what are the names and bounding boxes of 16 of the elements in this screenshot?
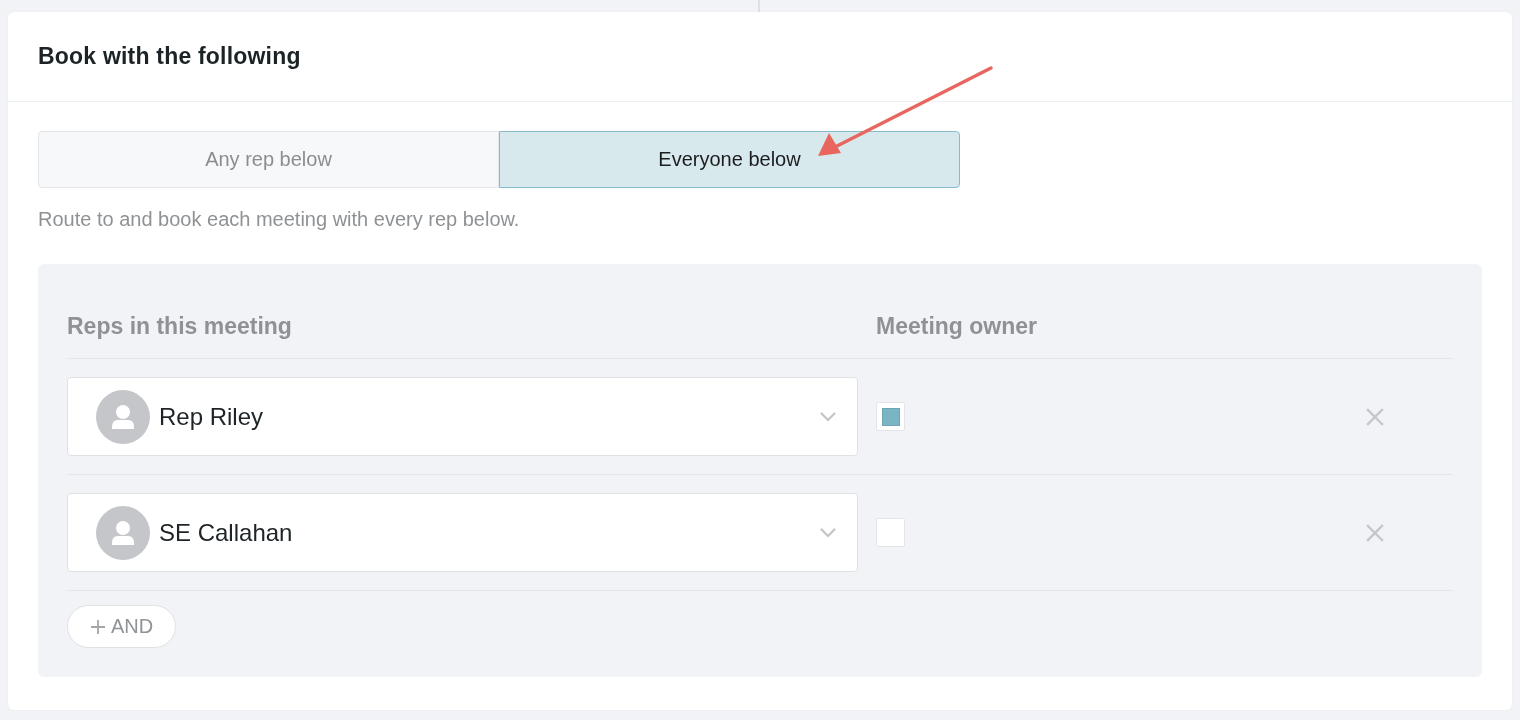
card-title: Book with the following	[38, 43, 301, 70]
mode-description: Route to and book each meeting with every rep below.	[38, 207, 521, 231]
chevron-down-icon	[820, 527, 836, 538]
meeting-owner-checkbox[interactable]	[876, 402, 905, 431]
avatar-icon	[96, 389, 150, 444]
column-header: Reps in this meeting	[67, 312, 293, 340]
remove-icon[interactable]	[1366, 523, 1384, 542]
column-header: Meeting owner	[876, 312, 1037, 340]
mode-tab[interactable]: Everyone below	[499, 131, 960, 188]
chevron-down-icon	[820, 411, 836, 422]
remove-icon[interactable]	[1366, 407, 1384, 426]
rep-select[interactable]: SE Callahan	[67, 493, 858, 572]
plus-icon	[89, 618, 106, 635]
rep-select[interactable]: Rep Riley	[67, 377, 858, 456]
meeting-owner-checkbox[interactable]	[876, 518, 905, 547]
avatar-icon	[96, 505, 150, 560]
